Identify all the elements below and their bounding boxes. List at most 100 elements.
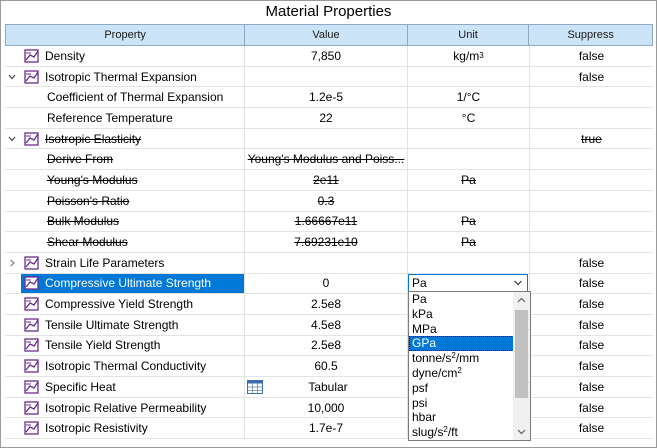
property-chart-icon xyxy=(24,380,39,394)
table-row[interactable]: Young's Modulus 2e11 Pa xyxy=(5,170,653,191)
unit-cell[interactable] xyxy=(408,128,530,149)
suppress-cell[interactable]: false xyxy=(530,274,653,294)
scroll-down-icon[interactable] xyxy=(513,424,530,440)
value-cell[interactable] xyxy=(245,252,408,273)
value-cell[interactable]: 1.7e-7 xyxy=(245,418,408,439)
value-cell[interactable]: 7,850 xyxy=(245,46,408,66)
column-header-value[interactable]: Value xyxy=(245,25,408,45)
table-row[interactable]: Compressive Yield Strength 2.5e8 false xyxy=(5,294,653,315)
unit-option-pa[interactable]: Pa xyxy=(409,292,514,307)
unit-cell[interactable]: °C xyxy=(408,108,530,128)
column-header-suppress[interactable]: Suppress xyxy=(529,25,652,45)
suppress-cell[interactable] xyxy=(530,170,653,190)
unit-cell[interactable]: 1/°C xyxy=(408,87,530,108)
grid-header: Property Value Unit Suppress xyxy=(5,24,653,46)
suppress-cell[interactable] xyxy=(530,212,653,232)
unit-cell[interactable]: Pa xyxy=(408,170,530,190)
chevron-down-icon[interactable] xyxy=(513,277,523,291)
collapse-chevron-icon[interactable] xyxy=(7,134,21,144)
table-row[interactable]: Bulk Modulus 1.66667e11 Pa xyxy=(5,211,653,233)
suppress-cell[interactable]: false xyxy=(530,398,653,418)
property-name: Tensile Yield Strength xyxy=(45,338,161,353)
table-row[interactable]: Shear Modulus 7.69231e10 Pa xyxy=(5,232,653,253)
table-row[interactable]: Strain Life Parameters false xyxy=(5,252,653,274)
window-title: Material Properties xyxy=(1,1,656,22)
suppress-cell[interactable]: false xyxy=(530,377,653,397)
value-cell[interactable] xyxy=(245,66,408,87)
unit-options: Pa kPa MPa GPa tonne/s2/mm dyne/cm2 psf … xyxy=(409,292,514,440)
unit-option-gpa[interactable]: GPa xyxy=(409,336,514,352)
suppress-cell[interactable]: true xyxy=(530,129,653,149)
value-cell[interactable]: 0 xyxy=(245,273,408,294)
table-row[interactable]: Poisson's Ratio 0.3 xyxy=(5,190,653,212)
property-name: Derive From xyxy=(47,152,114,167)
property-chart-icon xyxy=(24,400,39,415)
table-row[interactable]: Density 7,850 kg/m 3 false xyxy=(5,46,653,67)
unit-option-dyne[interactable]: dyne/cm2 xyxy=(409,366,514,381)
unit-cell[interactable] xyxy=(408,66,530,87)
suppress-cell[interactable]: false xyxy=(530,418,653,438)
value-cell[interactable]: 60.5 xyxy=(245,356,408,376)
table-row[interactable]: Isotropic Relative Permeability 10,000 f… xyxy=(5,397,653,419)
unit-option-hbar[interactable]: hbar xyxy=(409,410,514,425)
unit-cell[interactable]: Pa xyxy=(408,211,530,232)
value-cell[interactable]: 0.3 xyxy=(245,190,408,211)
unit-option-psf[interactable]: psf xyxy=(409,381,514,396)
unit-combobox[interactable]: Pa xyxy=(408,274,528,293)
suppress-cell[interactable] xyxy=(530,232,653,252)
table-icon[interactable] xyxy=(247,379,263,394)
value-cell[interactable]: 4.5e8 xyxy=(245,314,408,335)
unit-option-psi[interactable]: psi xyxy=(409,396,514,411)
suppress-cell[interactable] xyxy=(530,149,653,169)
unit-option-kpa[interactable]: kPa xyxy=(409,307,514,322)
suppress-cell[interactable]: false xyxy=(530,253,653,273)
value-cell[interactable] xyxy=(245,128,408,149)
value-cell[interactable]: 10,000 xyxy=(245,397,408,418)
table-row-selected[interactable]: Compressive Ultimate Strength 0 Pa false xyxy=(5,273,653,295)
value-cell[interactable]: 22 xyxy=(245,108,408,128)
column-header-property[interactable]: Property xyxy=(6,25,246,45)
value-cell[interactable]: 1.66667e11 xyxy=(245,211,408,232)
value-cell[interactable]: Tabular xyxy=(245,377,408,397)
table-row[interactable]: Isotropic Thermal Conductivity 60.5 fals… xyxy=(5,356,653,377)
table-row[interactable]: Tensile Yield Strength 2.5e8 false xyxy=(5,335,653,357)
unit-cell[interactable] xyxy=(408,149,530,170)
table-row[interactable]: Tensile Ultimate Strength 4.5e8 false xyxy=(5,314,653,336)
collapse-chevron-icon[interactable] xyxy=(7,72,21,82)
unit-option-slug[interactable]: slug/s2/ft xyxy=(409,425,514,440)
unit-cell[interactable]: Pa xyxy=(408,232,530,252)
table-row[interactable]: Reference Temperature 22 °C xyxy=(5,108,653,129)
suppress-cell[interactable]: false xyxy=(530,336,653,356)
value-cell[interactable]: 2e11 xyxy=(245,170,408,190)
suppress-cell[interactable]: false xyxy=(530,46,653,66)
suppress-cell[interactable] xyxy=(530,87,653,107)
value-cell[interactable]: Young's Modulus and Poiss... xyxy=(245,149,408,170)
suppress-cell[interactable] xyxy=(530,108,653,128)
value-cell[interactable]: 7.69231e10 xyxy=(245,232,408,252)
table-row[interactable]: Isotropic Thermal Expansion false xyxy=(5,66,653,88)
unit-cell[interactable] xyxy=(408,190,530,211)
suppress-cell[interactable]: false xyxy=(530,315,653,335)
suppress-cell[interactable] xyxy=(530,191,653,211)
unit-option-mpa[interactable]: MPa xyxy=(409,322,514,337)
suppress-cell[interactable]: false xyxy=(530,356,653,376)
table-row[interactable]: Specific Heat Tabular false xyxy=(5,377,653,398)
table-row[interactable]: Coefficient of Thermal Expansion 1.2e-5 … xyxy=(5,87,653,109)
column-header-unit[interactable]: Unit xyxy=(408,25,530,45)
unit-dropdown-list[interactable]: Pa kPa MPa GPa tonne/s2/mm dyne/cm2 psf … xyxy=(408,291,531,441)
suppress-cell[interactable]: false xyxy=(530,67,653,87)
dropdown-scrollbar[interactable] xyxy=(513,292,530,440)
value-cell[interactable]: 2.5e8 xyxy=(245,294,408,314)
value-cell[interactable]: 2.5e8 xyxy=(245,335,408,356)
table-row[interactable]: Derive From Young's Modulus and Poiss... xyxy=(5,149,653,171)
table-row[interactable]: Isotropic Elasticity true xyxy=(5,128,653,150)
suppress-cell[interactable]: false xyxy=(530,294,653,314)
unit-cell[interactable] xyxy=(408,252,530,273)
value-cell[interactable]: 1.2e-5 xyxy=(245,87,408,108)
scroll-up-icon[interactable] xyxy=(513,292,530,308)
expand-chevron-icon[interactable] xyxy=(7,258,21,268)
unit-option-tonne[interactable]: tonne/s2/mm xyxy=(409,351,514,366)
table-row[interactable]: Isotropic Resistivity 1.7e-7 false xyxy=(5,418,653,440)
scrollbar-thumb[interactable] xyxy=(515,310,528,398)
unit-cell[interactable]: kg/m 3 xyxy=(408,46,530,66)
